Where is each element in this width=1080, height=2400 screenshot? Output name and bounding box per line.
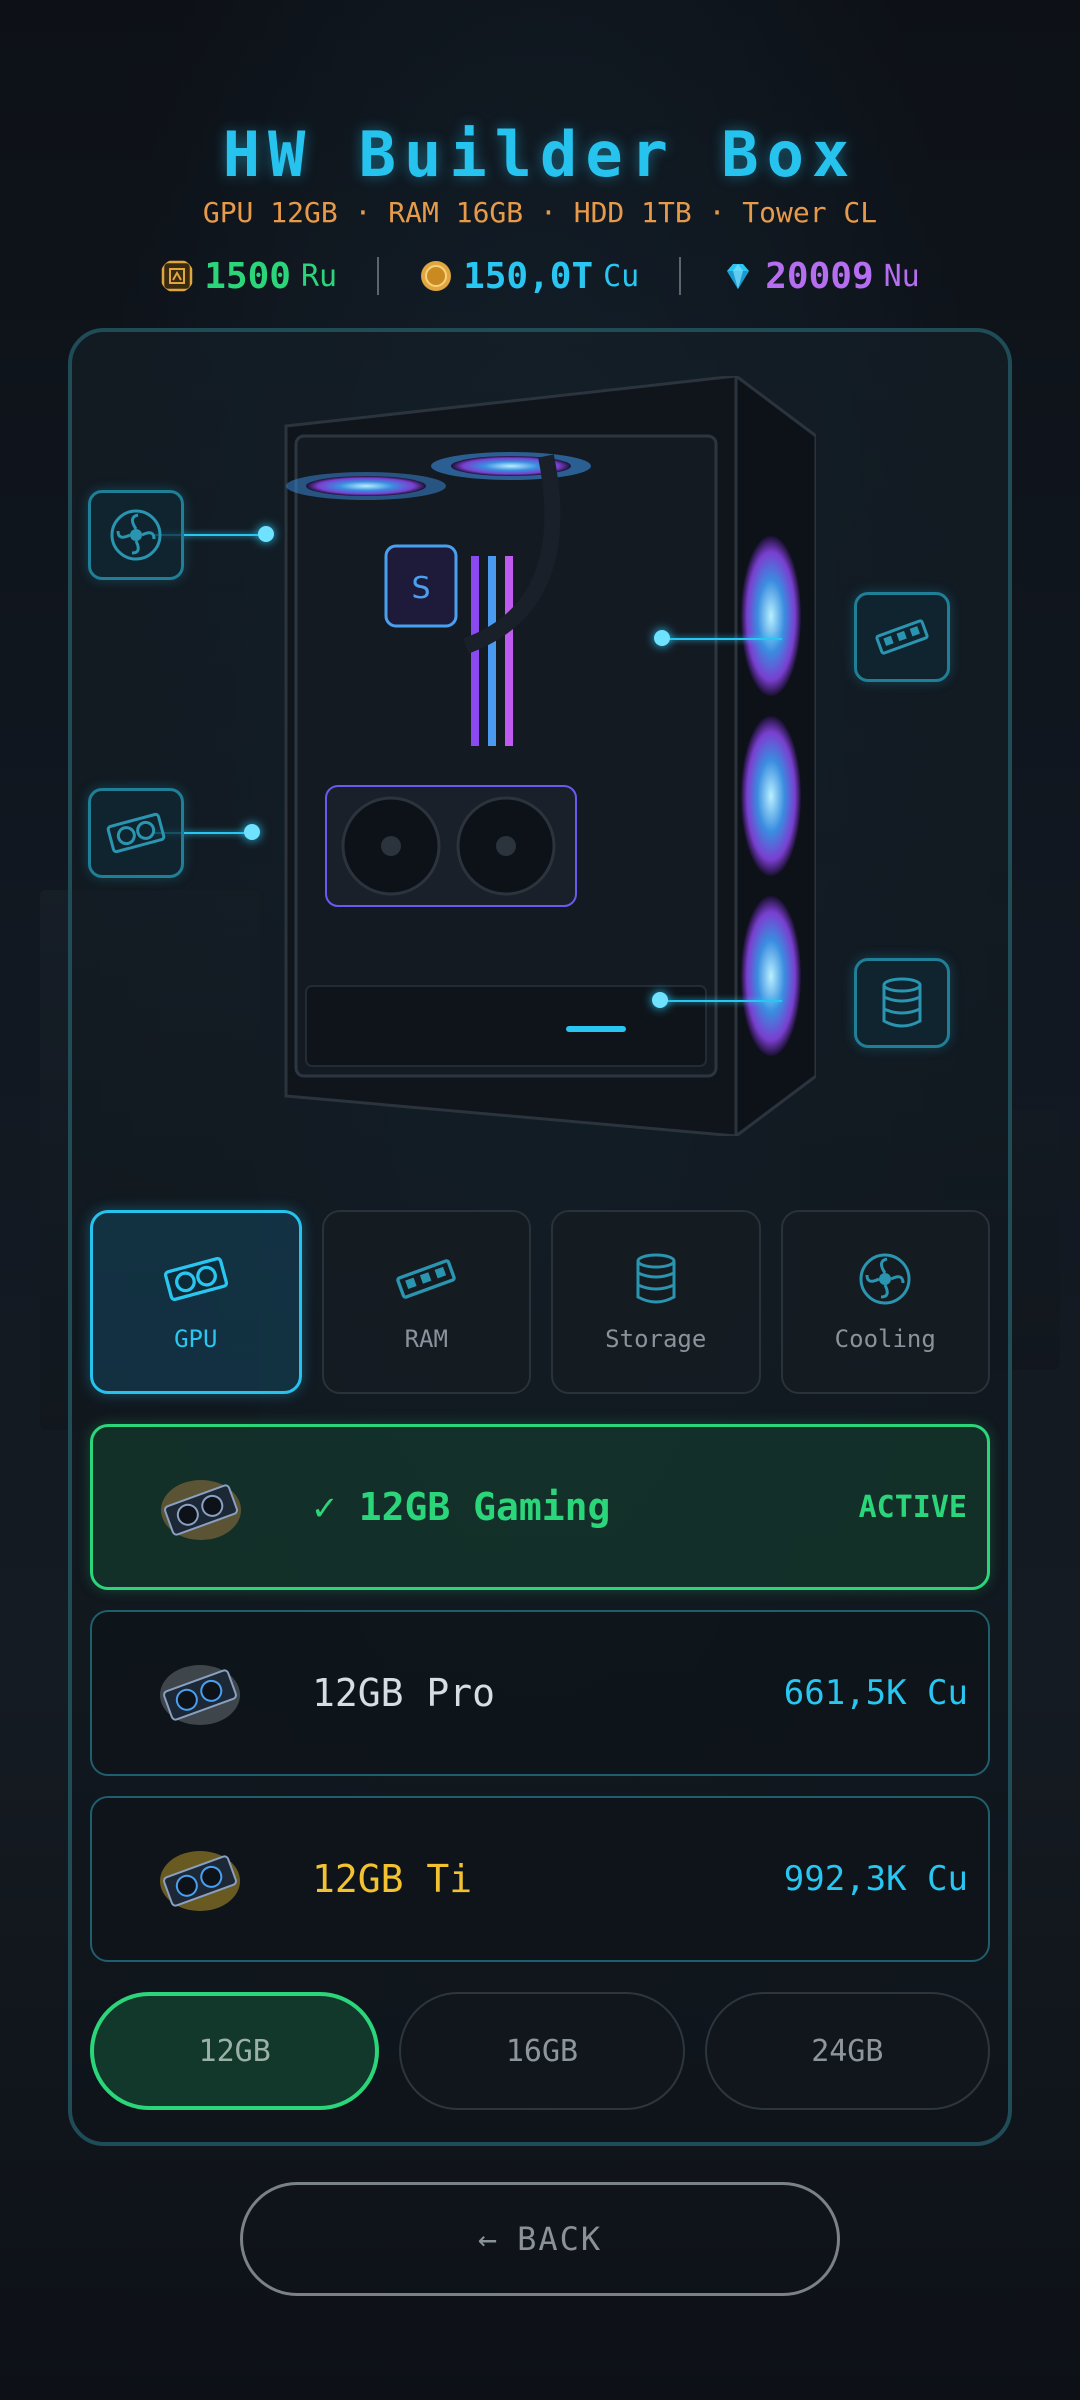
tab-cooling[interactable]: Cooling (780, 1210, 990, 1394)
pc-case-image: S (284, 376, 816, 1136)
tab-gpu[interactable]: GPU (90, 1210, 302, 1394)
gpu-icon (163, 1257, 228, 1301)
storage-hotspot[interactable] (854, 958, 950, 1048)
back-button[interactable]: ← BACK (240, 2182, 840, 2296)
hotspot-dot (654, 630, 670, 646)
gpu-option-gaming[interactable]: ✓ 12GB Gaming ACTIVE (90, 1424, 990, 1590)
gpu-card-icon (160, 1851, 240, 1911)
ram-icon (875, 619, 929, 655)
size-12gb-button[interactable]: 12GB (90, 1992, 380, 2110)
svg-text:S: S (411, 571, 430, 606)
storage-icon (636, 1253, 676, 1304)
tab-ram[interactable]: RAM (321, 1210, 531, 1394)
chip-coin-icon (162, 260, 193, 292)
fan-icon (859, 1253, 911, 1305)
gpu-hotspot[interactable] (88, 788, 184, 878)
page-title: HW Builder Box (222, 118, 858, 191)
currency-nu-value: 20009 (765, 255, 874, 297)
gpu-option-pro[interactable]: 12GB Pro 661,5K Cu (90, 1610, 990, 1776)
fan-icon (110, 509, 162, 561)
currency-bar: 1500 Ru 150,0T Cu 20009 Nu (0, 250, 1080, 302)
currency-nu-unit: Nu (883, 258, 920, 294)
size-24gb-button[interactable]: 24GB (704, 1992, 990, 2110)
gpu-option-ti[interactable]: 12GB Ti 992,3K Cu (90, 1796, 990, 1962)
component-tabs: GPU RAM Storage Cooling (90, 1210, 990, 1394)
pc-case-view: S (88, 348, 992, 1188)
option-price: 992,3K Cu (783, 1859, 968, 1899)
option-status: ACTIVE (858, 1489, 967, 1525)
currency-cu: 150,0T Cu (419, 256, 639, 297)
gpu-card-icon (160, 1665, 240, 1725)
tab-storage[interactable]: Storage (551, 1210, 761, 1394)
diamond-icon (727, 264, 750, 289)
currency-ru-unit: Ru (300, 258, 338, 294)
tab-label: GPU (174, 1325, 218, 1353)
cooling-hotspot[interactable] (88, 490, 184, 580)
ram-hotspot[interactable] (854, 592, 950, 682)
option-name: 12GB Ti (312, 1857, 473, 1901)
currency-ru: 1500 Ru (160, 256, 337, 297)
hotspot-dot (652, 992, 668, 1008)
divider (377, 257, 380, 295)
currency-cu-unit: Cu (603, 258, 640, 294)
tab-label: RAM (404, 1325, 448, 1353)
gold-coin-icon (421, 261, 452, 291)
currency-cu-value: 150,0T (463, 255, 594, 297)
tab-label: Storage (605, 1325, 707, 1353)
currency-ru-value: 1500 (204, 255, 291, 297)
hotspot-dot (258, 526, 274, 542)
hotspot-line (662, 638, 782, 640)
option-name: ✓ 12GB Gaming (313, 1485, 611, 1529)
tab-label: Cooling (834, 1325, 936, 1353)
memory-size-selector: 12GB 16GB 24GB (90, 1992, 990, 2110)
hotspot-line (662, 1000, 782, 1002)
build-summary: GPU 12GB · RAM 16GB · HDD 1TB · Tower CL (202, 196, 878, 229)
divider (679, 257, 682, 295)
option-name: 12GB Pro (312, 1671, 496, 1715)
gpu-icon (106, 812, 166, 854)
size-16gb-button[interactable]: 16GB (399, 1992, 685, 2110)
option-price: 661,5K Cu (783, 1673, 968, 1713)
gpu-card-icon (161, 1480, 241, 1540)
back-label: BACK (517, 2220, 603, 2258)
hotspot-dot (244, 824, 260, 840)
currency-nu: 20009 Nu (721, 256, 920, 297)
back-arrow-icon: ← (477, 2220, 500, 2258)
ram-icon (396, 1259, 457, 1299)
storage-icon (882, 977, 922, 1028)
